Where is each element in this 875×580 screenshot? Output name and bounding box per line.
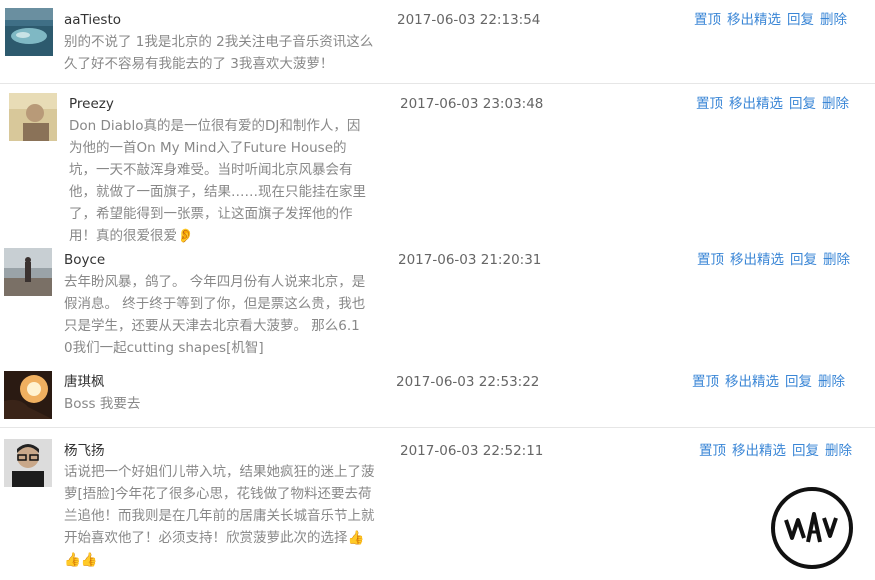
comment-text: Don Diablo真的是一位很有爱的DJ和制作人，因为他的一首On My Mi… bbox=[69, 118, 366, 244]
delete-button[interactable]: 删除 bbox=[825, 443, 852, 459]
landscape-avatar-icon bbox=[5, 8, 53, 56]
comment-text: 别的不说了 1我是北京的 2我关注电子音乐资讯这么久了好不容易有我能去的了 3我… bbox=[64, 34, 374, 72]
reply-button[interactable]: 回复 bbox=[789, 96, 816, 112]
comment-actions: 置顶 移出精选 回复 删除 bbox=[699, 442, 852, 460]
user-avatar[interactable] bbox=[4, 371, 52, 419]
comment-username[interactable]: 杨飞扬 bbox=[64, 442, 105, 460]
reply-button[interactable]: 回复 bbox=[790, 252, 817, 268]
comment-username[interactable]: Preezy bbox=[69, 95, 114, 113]
comment-timestamp: 2017-06-03 22:13:54 bbox=[397, 12, 541, 28]
comment-username[interactable]: Boyce bbox=[64, 251, 105, 269]
unfeature-button[interactable]: 移出精选 bbox=[727, 12, 781, 28]
delete-button[interactable]: 删除 bbox=[823, 252, 850, 268]
delete-button[interactable]: 删除 bbox=[818, 374, 845, 390]
delete-button[interactable]: 删除 bbox=[820, 12, 847, 28]
pin-button[interactable]: 置顶 bbox=[696, 96, 723, 112]
user-avatar[interactable] bbox=[9, 93, 57, 141]
unfeature-button[interactable]: 移出精选 bbox=[729, 96, 783, 112]
glasses-person-avatar-icon bbox=[4, 439, 52, 487]
unfeature-button[interactable]: 移出精选 bbox=[725, 374, 779, 390]
comment-actions: 置顶 移出精选 回复 删除 bbox=[696, 95, 849, 113]
comment-text: 去年盼风暴，鸽了。 今年四月份有人说来北京，是假消息。 终于终于等到了你，但是票… bbox=[64, 274, 366, 356]
comment-timestamp: 2017-06-03 22:52:11 bbox=[400, 443, 544, 459]
user-avatar[interactable] bbox=[4, 439, 52, 487]
comment-actions: 置顶 移出精选 回复 删除 bbox=[694, 11, 847, 29]
pin-button[interactable]: 置顶 bbox=[692, 374, 719, 390]
reply-button[interactable]: 回复 bbox=[792, 443, 819, 459]
comment-text: 话说把一个好姐们儿带入坑，结果她疯狂的迷上了菠萝[捂脸]今年花了很多心思，花钱做… bbox=[64, 464, 375, 568]
comment-timestamp: 2017-06-03 22:53:22 bbox=[396, 374, 540, 390]
unfeature-button[interactable]: 移出精选 bbox=[732, 443, 786, 459]
person-avatar-icon bbox=[9, 93, 57, 141]
delete-button[interactable]: 删除 bbox=[822, 96, 849, 112]
divider bbox=[0, 83, 875, 84]
user-avatar[interactable] bbox=[4, 248, 52, 296]
comment-actions: 置顶 移出精选 回复 删除 bbox=[692, 373, 845, 391]
reply-button[interactable]: 回复 bbox=[785, 374, 812, 390]
divider bbox=[0, 427, 875, 428]
comment-username[interactable]: 唐琪枫 bbox=[64, 373, 105, 391]
comment-timestamp: 2017-06-03 23:03:48 bbox=[400, 96, 544, 112]
pin-button[interactable]: 置顶 bbox=[699, 443, 726, 459]
watermark-logo-icon bbox=[770, 486, 854, 570]
comment-username[interactable]: aaTiesto bbox=[64, 11, 121, 29]
reply-button[interactable]: 回复 bbox=[787, 12, 814, 28]
comment-text: Boss 我要去 bbox=[64, 396, 141, 412]
sunset-avatar-icon bbox=[4, 371, 52, 419]
pin-button[interactable]: 置顶 bbox=[697, 252, 724, 268]
beach-avatar-icon bbox=[4, 248, 52, 296]
comment-actions: 置顶 移出精选 回复 删除 bbox=[697, 251, 850, 269]
comment-timestamp: 2017-06-03 21:20:31 bbox=[398, 252, 542, 268]
unfeature-button[interactable]: 移出精选 bbox=[730, 252, 784, 268]
pin-button[interactable]: 置顶 bbox=[694, 12, 721, 28]
user-avatar[interactable] bbox=[5, 8, 53, 56]
